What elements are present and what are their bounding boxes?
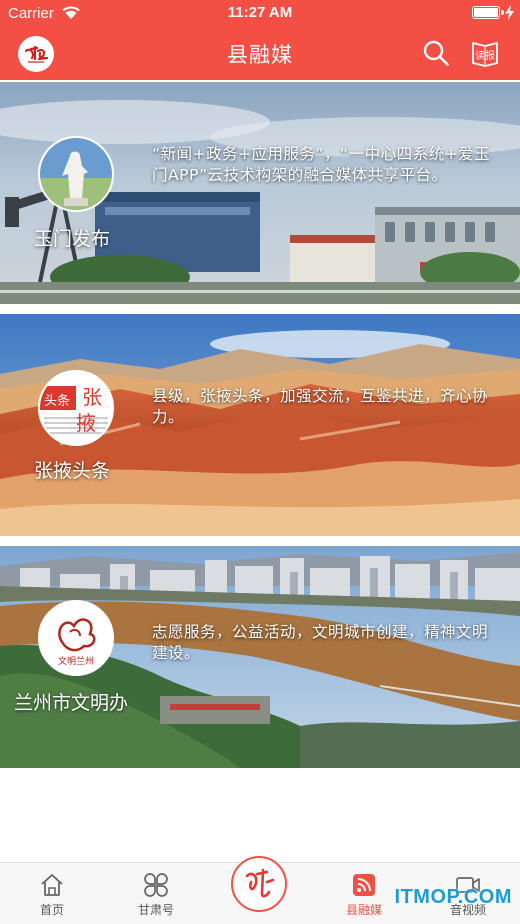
- nav-bar: 县融媒 读报: [0, 26, 520, 80]
- card-description: 志愿服务，公益活动，文明城市创建，精神文明建设。: [152, 623, 489, 662]
- card-name: 玉门发布: [34, 228, 111, 250]
- avatar-text: 头条: [44, 393, 70, 409]
- avatar-text: 文明兰州: [58, 655, 94, 667]
- zhangye-toutiao-logo-icon: 头条 张 掖: [38, 370, 114, 446]
- media-card-lanzhou[interactable]: 文明兰州 兰州市文明办 志愿服务，公益活动，文明城市创建，精神文明建设。: [0, 546, 520, 768]
- avatar-text: 掖: [76, 411, 96, 435]
- home-icon: [41, 874, 63, 896]
- search-icon[interactable]: [422, 39, 450, 67]
- media-card-yumen[interactable]: 玉门发布 “新闻+政务+应用服务”，“一中心四系统+爱玉门APP”云技术构架的融…: [0, 82, 520, 304]
- watermark-text: ITMOP.COM: [394, 886, 512, 908]
- grid-clover-icon: [144, 873, 168, 897]
- card-description: 县级，张掖头条，加强交流，互鉴共进，齐心协力。: [152, 387, 489, 426]
- statue-avatar-icon: [38, 136, 114, 212]
- status-bar: Carrier 11:27 AM: [0, 0, 520, 26]
- center-brand-button[interactable]: [231, 856, 287, 912]
- center-brand-icon: [245, 868, 275, 898]
- card-description: “新闻+政务+应用服务”，“一中心四系统+爱玉门APP”云技术构架的融合媒体共享…: [152, 145, 491, 184]
- battery-level: [474, 8, 498, 17]
- app-header: Carrier 11:27 AM 县融媒 读报: [0, 0, 520, 80]
- media-card-zhangye[interactable]: 头条 张 掖 张掖头条 县级，张掖头条，加强交流，互鉴共进，齐心协力。: [0, 314, 520, 536]
- card-name: 兰州市文明办: [14, 692, 129, 714]
- rss-feed-icon: [353, 874, 375, 896]
- charging-icon: [505, 5, 514, 20]
- status-time: 11:27 AM: [227, 4, 293, 21]
- newspaper-report-icon[interactable]: 读报: [470, 38, 500, 68]
- tab-home[interactable]: 首页: [0, 871, 104, 923]
- tab-label: 甘肃号: [137, 903, 174, 917]
- lanzhou-wenming-logo-icon: 文明兰州: [38, 600, 114, 676]
- avatar-text: 张: [82, 385, 102, 409]
- report-label: 读报: [475, 49, 495, 62]
- card-name: 张掖头条: [34, 460, 111, 482]
- app-screen: Carrier 11:27 AM 县融媒 读报 玉门发布 “新闻+政务+应用服务…: [0, 0, 520, 924]
- battery-icon: [472, 6, 504, 19]
- tab-gansu-hao[interactable]: 甘肃号: [104, 871, 208, 923]
- tab-label: 首页: [39, 903, 64, 917]
